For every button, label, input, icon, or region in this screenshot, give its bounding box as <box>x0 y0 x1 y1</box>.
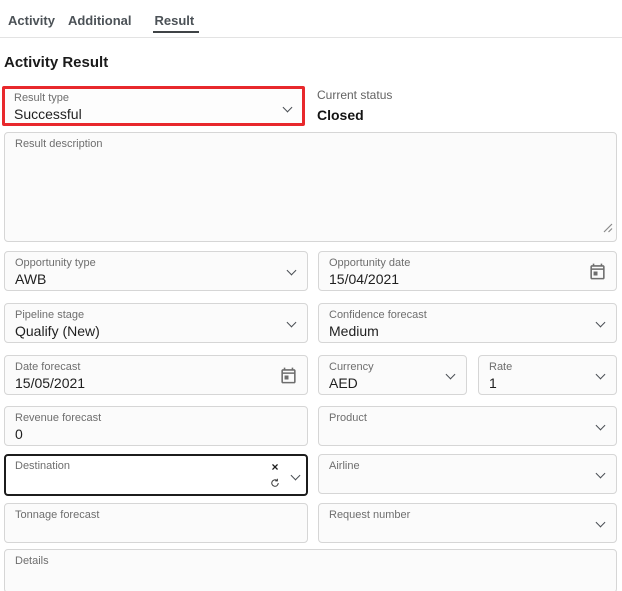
result-description-textarea[interactable]: Result description <box>4 132 617 242</box>
destination-label: Destination <box>15 460 71 472</box>
airline-label: Airline <box>329 460 360 472</box>
tab-activity[interactable]: Activity <box>8 13 55 37</box>
details-input[interactable]: Details <box>4 549 617 591</box>
opportunity-type-select[interactable]: Opportunity type AWB <box>4 251 308 291</box>
calendar-icon[interactable] <box>279 366 298 385</box>
currency-select[interactable]: Currency AED <box>318 355 467 395</box>
chevron-down-icon <box>595 317 606 328</box>
opportunity-date-value: 15/04/2021 <box>329 271 400 287</box>
currency-label: Currency <box>329 361 374 373</box>
opportunity-type-label: Opportunity type <box>15 257 96 269</box>
result-type-value: Successful <box>14 106 82 122</box>
chevron-down-icon <box>286 317 297 328</box>
chevron-down-icon <box>286 265 297 276</box>
refresh-icon[interactable] <box>270 475 280 493</box>
revenue-forecast-label: Revenue forecast <box>15 412 102 424</box>
chevron-down-icon <box>595 420 606 431</box>
clear-icon[interactable]: × <box>271 461 278 473</box>
product-label: Product <box>329 412 367 424</box>
date-forecast-field[interactable]: Date forecast 15/05/2021 <box>4 355 308 395</box>
page-title: Activity Result <box>4 54 109 71</box>
pipeline-stage-value: Qualify (New) <box>15 323 100 339</box>
destination-combobox[interactable]: Destination × <box>4 454 308 496</box>
revenue-forecast-value: 0 <box>15 426 23 442</box>
tab-additional[interactable]: Additional <box>68 13 132 37</box>
activity-result-form: Result type Successful Current status Cl… <box>0 86 622 591</box>
revenue-forecast-input[interactable]: Revenue forecast 0 <box>4 406 308 446</box>
request-number-label: Request number <box>329 509 411 521</box>
chevron-down-icon <box>290 470 301 481</box>
destination-tools: × <box>268 461 282 493</box>
tonnage-forecast-input[interactable]: Tonnage forecast <box>4 503 308 543</box>
rate-label: Rate <box>489 361 513 373</box>
confidence-forecast-select[interactable]: Confidence forecast Medium <box>318 303 617 343</box>
confidence-forecast-label: Confidence forecast <box>329 309 427 321</box>
details-label: Details <box>15 555 49 567</box>
current-status-label: Current status <box>317 88 393 102</box>
current-status: Current status Closed <box>317 86 392 123</box>
opportunity-date-label: Opportunity date <box>329 257 411 269</box>
rate-select[interactable]: Rate 1 <box>478 355 617 395</box>
current-status-value: Closed <box>317 107 364 123</box>
chevron-down-icon <box>282 102 293 113</box>
pipeline-stage-label: Pipeline stage <box>15 309 85 321</box>
calendar-icon[interactable] <box>588 262 607 281</box>
chevron-down-icon <box>595 468 606 479</box>
result-description-label: Result description <box>15 138 103 150</box>
opportunity-date-field[interactable]: Opportunity date 15/04/2021 <box>318 251 617 291</box>
chevron-down-icon <box>595 369 606 380</box>
opportunity-type-value: AWB <box>15 271 47 287</box>
tonnage-forecast-label: Tonnage forecast <box>15 509 100 521</box>
request-number-select[interactable]: Request number <box>318 503 617 543</box>
result-type-select[interactable]: Result type Successful <box>2 86 305 126</box>
tab-bar: Activity Additional Result <box>0 0 622 38</box>
product-select[interactable]: Product <box>318 406 617 446</box>
tab-result[interactable]: Result <box>152 13 199 37</box>
airline-select[interactable]: Airline <box>318 454 617 494</box>
rate-value: 1 <box>489 375 497 391</box>
pipeline-stage-select[interactable]: Pipeline stage Qualify (New) <box>4 303 308 343</box>
chevron-down-icon <box>595 517 606 528</box>
date-forecast-value: 15/05/2021 <box>15 375 86 391</box>
chevron-down-icon <box>445 369 456 380</box>
result-type-label: Result type <box>14 92 70 104</box>
date-forecast-label: Date forecast <box>15 361 81 373</box>
resize-grip-icon[interactable] <box>603 220 613 238</box>
confidence-forecast-value: Medium <box>329 323 379 339</box>
currency-value: AED <box>329 375 358 391</box>
